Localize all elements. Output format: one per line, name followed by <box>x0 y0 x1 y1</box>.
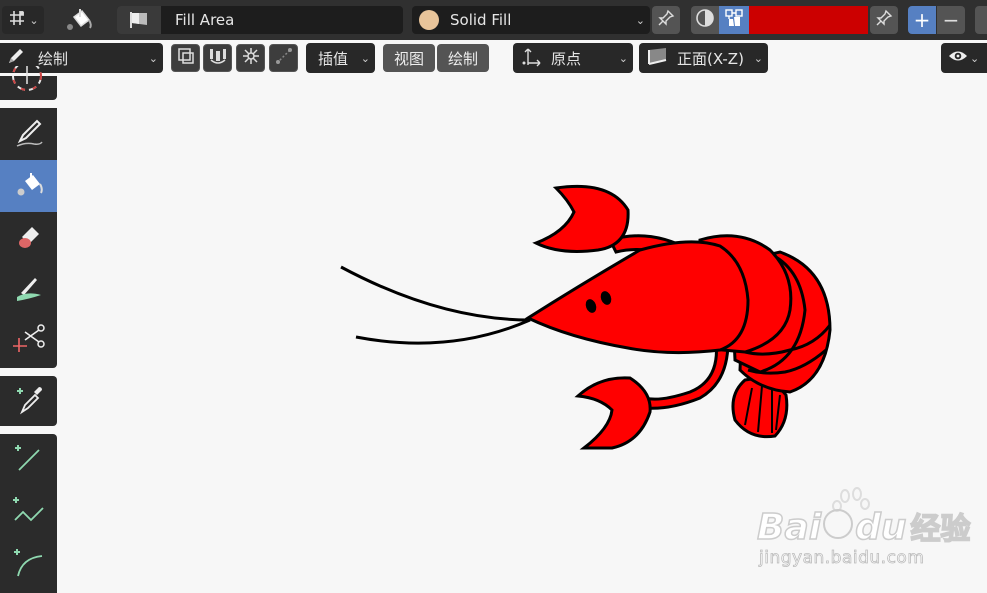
watermark-url: jingyan.baidu.com <box>759 548 925 569</box>
cutter-tool[interactable] <box>0 316 57 368</box>
material-selector[interactable]: Solid Fill ⌄ <box>412 6 650 34</box>
arc-tool[interactable] <box>0 538 57 590</box>
line-icon <box>13 442 45 478</box>
interp-label: 插值 <box>318 49 349 68</box>
tool-settings-bar: 绘制 ⌄ 插值 ⌄ 视图 绘制 原点 ⌄ 正面(X-Z) ⌄ ⌄ <box>0 40 987 76</box>
view-label: 视图 <box>393 49 424 68</box>
toolbar-eyedropper-group <box>0 376 57 426</box>
eyedropper-icon <box>13 383 45 419</box>
pin-material-button[interactable] <box>652 6 680 34</box>
tint-brush-icon <box>13 273 45 307</box>
curve-edit-button[interactable] <box>203 44 232 72</box>
remove-label: − <box>942 8 960 32</box>
material-color-swatch <box>419 10 439 30</box>
watermark-suffix: 经验 <box>910 511 972 548</box>
fill-tool[interactable] <box>0 160 57 212</box>
draw-label: 绘制 <box>447 49 478 68</box>
eraser-icon <box>14 221 44 255</box>
remove-button[interactable]: − <box>937 6 965 34</box>
toolbar-cursor-group <box>0 61 57 100</box>
curve-edit-icon <box>208 46 228 70</box>
pin-icon <box>875 9 893 31</box>
arc-icon <box>12 546 46 582</box>
view-menu[interactable]: 视图 <box>383 44 435 72</box>
scissors-icon <box>12 324 45 360</box>
polyline-icon <box>11 494 47 530</box>
active-color-swatch[interactable] <box>749 6 868 34</box>
chevron-down-icon: ⌄ <box>635 13 645 27</box>
add-button[interactable]: + <box>908 6 936 34</box>
origin-label: 原点 <box>551 49 582 68</box>
vertex-color-mode-button[interactable] <box>719 6 749 34</box>
brush-selector[interactable]: Fill Area <box>117 6 403 34</box>
snap-button[interactable] <box>236 44 265 72</box>
tint-tool[interactable] <box>0 264 57 316</box>
watermark-brand2: du <box>854 506 907 549</box>
dashed-select-icon <box>274 46 294 70</box>
paint-bucket-icon <box>64 5 94 39</box>
chevron-down-icon: ⌄ <box>360 51 370 65</box>
eye-icon <box>948 48 968 68</box>
overlay-visibility-selector[interactable]: ⌄ <box>941 43 987 73</box>
paint-bucket-icon <box>14 169 44 203</box>
chevron-down-icon: ⌄ <box>618 51 628 65</box>
draw-tool[interactable] <box>0 108 57 160</box>
pencil-icon <box>14 116 44 152</box>
watermark-paw <box>823 509 854 539</box>
plane-icon <box>646 46 668 70</box>
drawing-plane-selector[interactable]: 正面(X-Z) ⌄ <box>639 43 768 73</box>
watermark-brand: Bai <box>756 506 822 549</box>
polyline-tool[interactable] <box>0 486 57 538</box>
select-mask-button[interactable] <box>269 44 298 72</box>
overflow-button[interactable] <box>975 6 987 34</box>
multiframe-button[interactable] <box>171 44 200 72</box>
top-header: ⌄ Fill Area Solid Fill ⌄ + − <box>0 0 987 40</box>
origin-selector[interactable]: 原点 ⌄ <box>513 43 633 73</box>
chevron-down-icon: ⌄ <box>970 51 980 65</box>
editor-type-selector[interactable]: ⌄ <box>2 6 44 34</box>
line-tool[interactable] <box>0 434 57 486</box>
brush-preview-icon <box>117 6 161 34</box>
toolbar-draw-group <box>0 108 57 368</box>
baidu-watermark: Bai du 经验 jingyan.baidu.com <box>756 486 987 576</box>
frame-icon <box>176 46 196 70</box>
draw-menu[interactable]: 绘制 <box>437 44 489 72</box>
eyedropper-tool[interactable] <box>0 376 57 426</box>
chevron-down-icon: ⌄ <box>148 51 158 65</box>
material-mode-button[interactable] <box>691 6 719 34</box>
pin-color-button[interactable] <box>870 6 898 34</box>
grease-pencil-icon <box>7 8 27 32</box>
shading-sphere-icon <box>695 8 715 32</box>
material-name: Solid Fill <box>450 11 512 29</box>
toolbar-shape-group <box>0 434 57 593</box>
chevron-down-icon: ⌄ <box>753 51 763 65</box>
snowflake-icon <box>241 46 261 70</box>
cursor-icon[interactable] <box>9 61 45 102</box>
erase-tool[interactable] <box>0 212 57 264</box>
vertex-paint-icon <box>724 8 744 32</box>
plane-label: 正面(X-Z) <box>677 49 744 68</box>
pin-icon <box>657 9 675 31</box>
interpolate-menu[interactable]: 插值 ⌄ <box>306 43 375 73</box>
add-label: + <box>913 8 931 32</box>
origin-axes-icon <box>520 45 542 71</box>
brush-name: Fill Area <box>175 11 235 29</box>
chevron-down-icon: ⌄ <box>29 13 39 27</box>
